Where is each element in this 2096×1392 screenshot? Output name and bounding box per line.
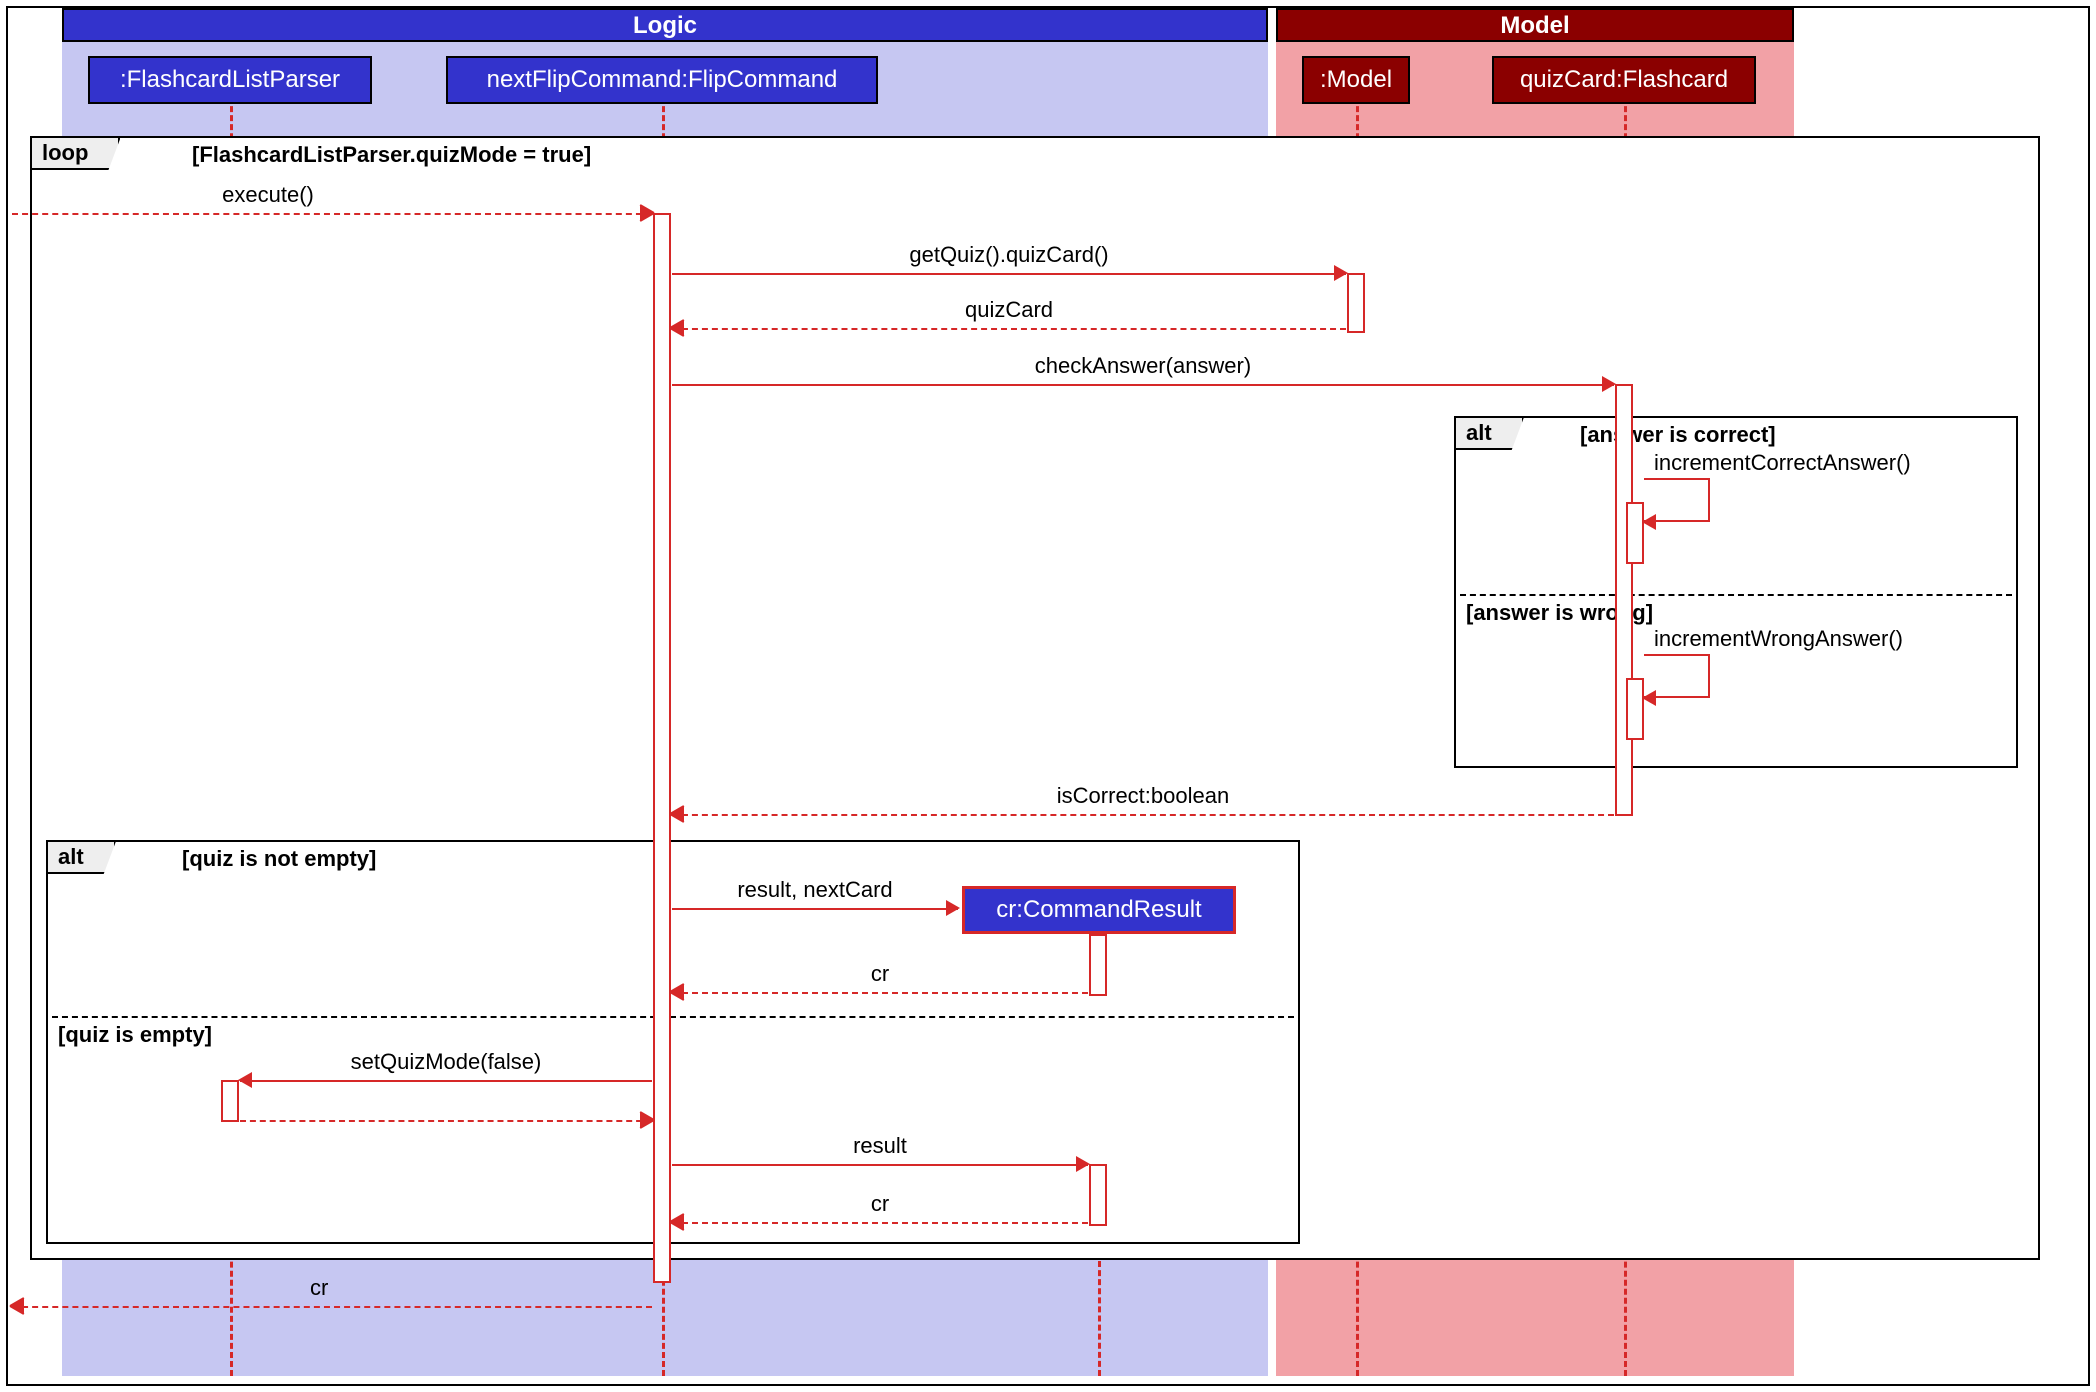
group-header-logic: Logic [62, 8, 1268, 42]
participant-flipcommand-label: nextFlipCommand:FlipCommand [487, 66, 838, 94]
participant-commandresult-label: cr:CommandResult [996, 896, 1201, 924]
group-title-model: Model [1500, 12, 1569, 39]
msg-ret-cr2-label: cr [871, 1191, 889, 1217]
activation-flipcommand [653, 213, 671, 1283]
activation-quizcard-incwrong [1626, 678, 1644, 740]
msg-getquiz-label: getQuiz().quizCard() [909, 242, 1108, 268]
activation-cr-2 [1089, 1164, 1107, 1226]
participant-flipcommand: nextFlipCommand:FlipCommand [446, 56, 878, 104]
msg-incwrong-label: incrementWrongAnswer() [1654, 626, 1903, 652]
fragment-alt-answer-label: alt [1456, 418, 1524, 450]
fragment-alt-answer-divider [1460, 594, 2012, 596]
participant-commandresult: cr:CommandResult [962, 886, 1236, 934]
participant-flashcardparser: :FlashcardListParser [88, 56, 372, 104]
msg-ret-quizcard: quizCard [672, 328, 1346, 329]
participant-quizcard: quizCard:Flashcard [1492, 56, 1756, 104]
msg-setquizmode: setQuizMode(false) [240, 1080, 652, 1081]
msg-ret-iscorrect-label: isCorrect:boolean [1057, 783, 1229, 809]
fragment-loop-guard: [FlashcardListParser.quizMode = true] [192, 142, 591, 168]
fragment-alt-quiz-divider [52, 1016, 1294, 1018]
participant-model-label: :Model [1320, 66, 1392, 94]
fragment-alt-answer-guard1: [answer is correct] [1580, 422, 1776, 448]
msg-checkanswer-label: checkAnswer(answer) [1035, 353, 1251, 379]
msg-create-cr1-label: result, nextCard [737, 877, 892, 903]
fragment-alt-quiz-guard1: [quiz is not empty] [182, 846, 376, 872]
activation-quizcard-check [1615, 384, 1633, 816]
diagram-frame: Logic Model :FlashcardListParser nextFli… [6, 6, 2090, 1386]
msg-ret-final-label: cr [310, 1275, 328, 1301]
activation-quizcard-inccorrect [1626, 502, 1644, 564]
msg-ret-setquizmode [240, 1120, 652, 1121]
fragment-loop-label: loop [32, 138, 120, 170]
msg-execute-label: execute() [222, 182, 314, 208]
group-header-model: Model [1276, 8, 1794, 42]
participant-model: :Model [1302, 56, 1410, 104]
msg-setquizmode-label: setQuizMode(false) [351, 1049, 542, 1075]
msg-ret-final: cr [12, 1306, 652, 1307]
activation-model-getquiz [1347, 273, 1365, 333]
msg-result-label: result [853, 1133, 907, 1159]
activation-parser-setmode [221, 1080, 239, 1122]
msg-ret-cr2: cr [672, 1222, 1088, 1223]
msg-inccorrect-label: incrementCorrectAnswer() [1654, 450, 1911, 476]
msg-ret-cr1-label: cr [871, 961, 889, 987]
msg-result: result [672, 1164, 1088, 1165]
msg-incwrong: incrementWrongAnswer() [1644, 654, 1710, 698]
msg-inccorrect: incrementCorrectAnswer() [1644, 478, 1710, 522]
msg-execute: execute() [12, 213, 652, 214]
fragment-alt-quiz-guard2: [quiz is empty] [58, 1022, 212, 1048]
msg-checkanswer: checkAnswer(answer) [672, 384, 1614, 385]
participant-quizcard-label: quizCard:Flashcard [1520, 66, 1728, 94]
activation-cr-1 [1089, 934, 1107, 996]
msg-getquiz: getQuiz().quizCard() [672, 273, 1346, 274]
msg-ret-cr1: cr [672, 992, 1088, 993]
participant-flashcardparser-label: :FlashcardListParser [120, 66, 340, 94]
fragment-alt-quiz-label: alt [48, 842, 116, 874]
msg-ret-quizcard-label: quizCard [965, 297, 1053, 323]
msg-ret-iscorrect: isCorrect:boolean [672, 814, 1614, 815]
msg-create-cr1: result, nextCard [672, 908, 958, 909]
group-title-logic: Logic [633, 12, 697, 39]
